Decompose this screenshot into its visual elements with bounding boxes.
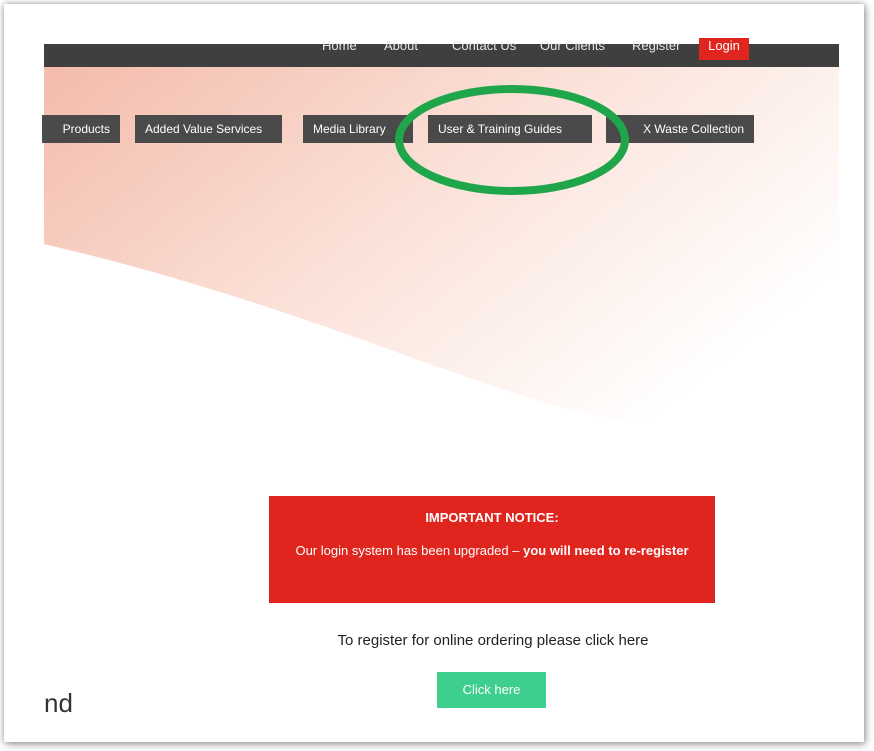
- nav-item-contact-us[interactable]: Contact Us: [452, 39, 516, 57]
- nav-item-about[interactable]: About: [384, 39, 418, 57]
- hero-background: [44, 44, 839, 444]
- tab-added-value-services[interactable]: Added Value Services: [135, 115, 282, 143]
- top-navigation: Home About Contact Us Our Clients Regist…: [44, 38, 839, 67]
- login-button[interactable]: Login: [699, 38, 749, 60]
- tab-waste-collection[interactable]: X Waste Collection: [606, 115, 754, 143]
- notice-body-text: Our login system has been upgraded –: [295, 543, 524, 558]
- notice-title: IMPORTANT NOTICE:: [425, 510, 559, 525]
- tab-products[interactable]: Products: [42, 115, 120, 143]
- important-notice-box: IMPORTANT NOTICE: Our login system has b…: [269, 496, 715, 603]
- register-prompt: To register for online ordering please c…: [337, 632, 649, 649]
- tab-user-training-guides[interactable]: User & Training Guides: [428, 115, 592, 143]
- partial-heading-text: nd: [44, 688, 73, 718]
- tab-media-library[interactable]: Media Library: [303, 115, 413, 143]
- nav-item-home[interactable]: Home: [322, 39, 357, 57]
- nav-item-register[interactable]: Register: [632, 39, 680, 57]
- notice-body: Our login system has been upgraded – you…: [289, 541, 695, 561]
- click-here-button[interactable]: Click here: [437, 672, 546, 708]
- notice-body-bold: you will need to re-register: [523, 543, 689, 558]
- nav-item-our-clients[interactable]: Our Clients: [540, 39, 605, 57]
